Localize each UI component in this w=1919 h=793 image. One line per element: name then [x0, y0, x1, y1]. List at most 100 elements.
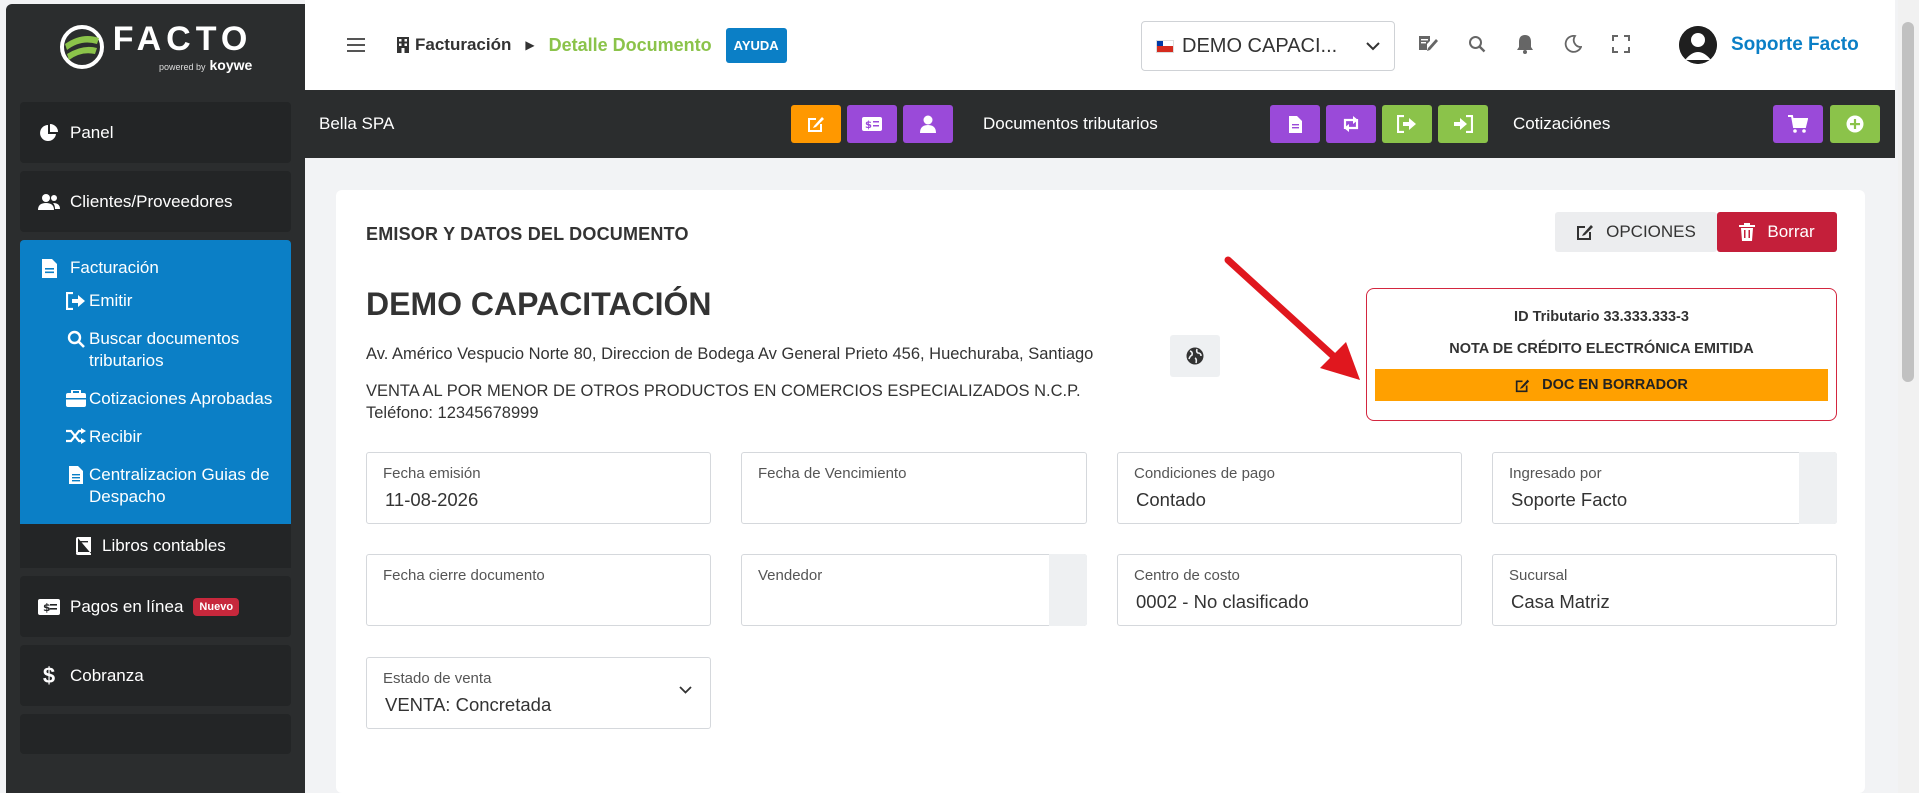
sidebar-subitem-label: Recibir	[89, 427, 142, 446]
sidebar-item-label: Facturación	[70, 258, 159, 277]
sign-out-icon	[65, 290, 87, 310]
sidebar-subitem-label: Emitir	[89, 291, 133, 310]
sidebar-subitem-cotizaciones[interactable]: Cotizaciones Aprobadas	[20, 380, 291, 418]
shuffle-icon	[65, 426, 87, 444]
field-label: Vendedor	[758, 567, 823, 584]
sidebar-group-facturacion: Facturación Emitir Buscar documentos tri…	[20, 240, 291, 524]
options-button[interactable]: OPCIONES	[1555, 212, 1717, 252]
help-button[interactable]: AYUDA	[725, 27, 787, 63]
moon-icon[interactable]	[1561, 32, 1585, 56]
delete-button[interactable]: Borrar	[1717, 212, 1837, 252]
document-type: NOTA DE CRÉDITO ELECTRÓNICA EMITIDA	[1449, 341, 1754, 357]
globe-button[interactable]	[1170, 335, 1220, 377]
estado-venta-select[interactable]: Estado de venta VENTA: Concretada	[366, 657, 711, 729]
client-account-button[interactable]: $	[847, 105, 897, 143]
header-icons	[1417, 32, 1633, 56]
sidebar-subitem-recibir[interactable]: Recibir	[20, 418, 291, 456]
search-icon[interactable]	[1465, 32, 1489, 56]
breadcrumb-root[interactable]: Facturación	[397, 35, 511, 55]
page-scrollbar[interactable]	[1898, 0, 1919, 793]
sidebar-subitem-centralizacion[interactable]: Centralizacion Guias de Despacho	[20, 456, 291, 516]
cart-icon	[1788, 115, 1808, 133]
options-label: OPCIONES	[1606, 222, 1696, 241]
breadcrumb-current: Detalle Documento	[548, 34, 712, 55]
file-text-icon	[65, 464, 87, 484]
sidebar-item-pagos[interactable]: $ Pagos en línea Nuevo	[20, 576, 291, 637]
user-icon	[920, 115, 936, 133]
users-icon	[38, 191, 60, 213]
sidebar-item-clientes[interactable]: Clientes/Proveedores	[20, 171, 291, 232]
document-card: EMISOR Y DATOS DEL DOCUMENTO OPCIONES Bo…	[336, 190, 1865, 793]
svg-text:$: $	[865, 120, 872, 131]
edit-icon	[1515, 379, 1530, 392]
facto-logo-icon	[59, 25, 104, 69]
phone-text: Teléfono: 12345678999	[366, 404, 539, 422]
money-icon: $	[38, 596, 60, 618]
sucursal-field[interactable]: Sucursal Casa Matriz	[1492, 554, 1837, 626]
field-addon	[1799, 452, 1837, 524]
field-label: Fecha emisión	[383, 465, 481, 482]
fecha-vencimiento-field[interactable]: Fecha de Vencimiento	[741, 452, 1087, 524]
field-value: Contado	[1136, 489, 1206, 510]
draft-status-banner: DOC EN BORRADOR	[1375, 369, 1828, 401]
emit-document-button[interactable]	[1382, 105, 1432, 143]
fecha-emision-field[interactable]: Fecha emisión 11-08-2026	[366, 452, 711, 524]
facto-logo[interactable]: FACTO powered by koywe	[6, 4, 305, 90]
book-icon	[72, 537, 94, 555]
user-menu[interactable]: Soporte Facto	[1679, 26, 1859, 64]
emisor-giro: VENTA AL POR MENOR DE OTROS PRODUCTOS EN…	[366, 380, 1081, 424]
sidebar-subitem-buscar[interactable]: Buscar documentos tributarios	[20, 320, 291, 380]
edit-icon	[808, 117, 824, 132]
sidebar-item-more[interactable]	[20, 714, 291, 754]
client-name: Bella SPA	[319, 114, 395, 133]
delete-label: Borrar	[1767, 222, 1815, 241]
cart-button[interactable]	[1773, 105, 1823, 143]
retweet-icon	[1343, 116, 1359, 132]
field-label: Estado de venta	[383, 670, 492, 687]
fullscreen-icon[interactable]	[1609, 32, 1633, 56]
scrollbar-thumb[interactable]	[1902, 22, 1914, 382]
logo-word: FACTO	[112, 20, 253, 58]
centro-costo-field[interactable]: Centro de costo 0002 - No clasificado	[1117, 554, 1462, 626]
sidebar-subitem-emitir[interactable]: Emitir	[20, 282, 291, 320]
client-profile-button[interactable]	[903, 105, 953, 143]
emisor-name: DEMO CAPACITACIÓN	[366, 286, 712, 322]
sidebar-item-panel[interactable]: Panel	[20, 102, 291, 163]
condiciones-pago-field[interactable]: Condiciones de pago Contado	[1117, 452, 1462, 524]
hamburger-menu-icon[interactable]	[347, 37, 367, 53]
top-header: Facturación ▶ Detalle Documento AYUDA DE…	[305, 0, 1895, 90]
search-icon	[65, 328, 87, 348]
edit-client-button[interactable]	[791, 105, 841, 143]
bell-icon[interactable]	[1513, 32, 1537, 56]
field-value: 0002 - No clasificado	[1136, 591, 1309, 612]
money-card-icon: $	[862, 117, 882, 131]
chevron-down-icon	[1366, 41, 1380, 50]
sidebar-subitem-libros[interactable]: Libros contables	[20, 524, 291, 568]
sidebar-subitem-label: Centralizacion Guias de Despacho	[89, 465, 270, 506]
ingresado-por-field[interactable]: Ingresado por Soporte Facto	[1492, 452, 1837, 524]
sign-in-icon	[1454, 115, 1473, 133]
sidebar-item-cobranza[interactable]: $ Cobranza	[20, 645, 291, 706]
vendedor-field[interactable]: Vendedor	[741, 554, 1087, 626]
sidebar-item-label: Pagos en línea	[70, 596, 184, 616]
chevron-down-icon	[679, 686, 692, 694]
caret-right-icon: ▶	[525, 38, 535, 52]
company-select[interactable]: DEMO CAPACI...	[1141, 21, 1395, 71]
field-label: Condiciones de pago	[1134, 465, 1275, 482]
signature-icon[interactable]	[1417, 32, 1441, 56]
sidebar-item-facturacion[interactable]: Facturación	[20, 254, 291, 282]
svg-text:$: $	[43, 601, 51, 614]
chile-flag-icon	[1156, 39, 1174, 53]
sign-out-icon	[1397, 115, 1416, 133]
receive-document-button[interactable]	[1438, 105, 1488, 143]
action-bar: Bella SPA $ Documentos tributarios Cotiz…	[305, 90, 1895, 158]
fecha-cierre-field[interactable]: Fecha cierre documento	[366, 554, 711, 626]
sidebar-subitem-label: Buscar documentos tributarios	[89, 329, 240, 370]
new-badge: Nuevo	[193, 597, 240, 616]
documents-list-button[interactable]	[1270, 105, 1320, 143]
convert-document-button[interactable]	[1326, 105, 1376, 143]
sidebar-subitem-label: Libros contables	[102, 536, 226, 555]
add-quote-button[interactable]	[1830, 105, 1880, 143]
field-addon	[1049, 554, 1087, 626]
field-label: Centro de costo	[1134, 567, 1240, 584]
